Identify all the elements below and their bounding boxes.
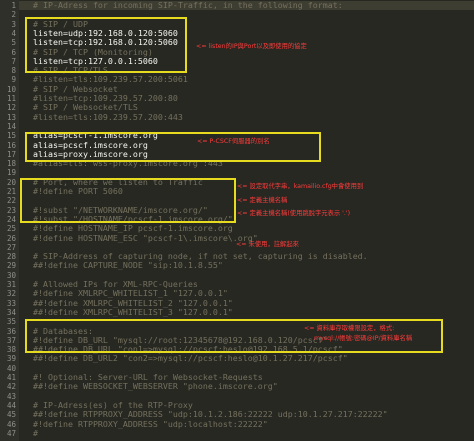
line-number: 28 bbox=[6, 252, 16, 262]
code-line[interactable]: 39 ##!define DB_URL2 "con2=>mysql://pcscf… bbox=[0, 353, 474, 364]
listen-config-highlight-box bbox=[25, 17, 187, 73]
line-number: 26 bbox=[6, 233, 16, 243]
line-number: 41 bbox=[6, 373, 16, 382]
line-number: 8 bbox=[11, 66, 16, 76]
line-number: 38 bbox=[6, 345, 16, 355]
database-annotation-line1: <= 資料庫存取權限設定，格式: bbox=[304, 325, 395, 332]
line-number: 30 bbox=[6, 270, 16, 280]
line-number: 21 bbox=[6, 187, 16, 196]
line-number: 35 bbox=[6, 317, 16, 327]
line-number: 13 bbox=[6, 112, 16, 122]
code-text: ##!define XMLRPC_WHITELIST_3 "127.0.0.1" bbox=[33, 306, 233, 317]
line-number: 9 bbox=[11, 75, 16, 85]
line-number: 5 bbox=[11, 38, 16, 48]
line-number: 24 bbox=[6, 214, 16, 224]
code-text: ##!define DB_URL2 "con2=>mysql://pcscf:h… bbox=[33, 353, 348, 364]
code-line[interactable]: 12 # SIP / Websocket/TLS bbox=[0, 102, 474, 113]
code-text: ##!define CAPTURE_NODE "sip:10.1.8.55" bbox=[33, 260, 223, 271]
line-number: 23 bbox=[6, 205, 16, 215]
code-text: # bbox=[33, 427, 38, 438]
code-text: #!define HOSTNAME_IP pcscf-1.imscore.org bbox=[33, 223, 233, 234]
code-text: # IP-Adress for incoming SIP-Traffic, in… bbox=[33, 0, 343, 10]
code-line[interactable]: 29 ##!define CAPTURE_NODE "sip:10.1.8.55" bbox=[0, 260, 474, 271]
hostname-config-highlight-box bbox=[20, 178, 236, 223]
line-number: 42 bbox=[6, 382, 16, 392]
line-number: 17 bbox=[6, 149, 16, 159]
line-number: 45 bbox=[6, 410, 16, 420]
hostname-annotation: <= 定義主機名稱 bbox=[237, 197, 288, 204]
line-number: 33 bbox=[6, 298, 16, 308]
line-number: 6 bbox=[11, 47, 16, 57]
line-number: 47 bbox=[6, 428, 16, 438]
code-line[interactable]: 1 # IP-Adress for incoming SIP-Traffic, i… bbox=[0, 1, 474, 10]
line-number: 29 bbox=[6, 261, 16, 271]
code-line[interactable]: 25 #!define HOSTNAME_IP pcscf-1.imscore.o… bbox=[0, 223, 474, 234]
code-line[interactable]: 45 ##!define RTPPROXY_ADDRESS "udp:10.1.2… bbox=[0, 409, 474, 420]
alias-config-highlight-box bbox=[25, 132, 321, 162]
code-line[interactable]: 47 # bbox=[0, 427, 474, 438]
code-line[interactable]: 32 #!define XMLRPC_WHITELIST_1 "127.0.0.1… bbox=[0, 288, 474, 299]
subst-annotation: <= 設定取代字串，kamailio.cfg中會使用到 bbox=[237, 183, 364, 190]
line-number: 11 bbox=[6, 94, 16, 103]
line-number: 36 bbox=[6, 326, 16, 336]
code-text: # SIP / Websocket/TLS bbox=[33, 102, 138, 113]
line-number: 43 bbox=[6, 391, 16, 401]
line-number: 22 bbox=[6, 196, 16, 206]
line-number: 34 bbox=[6, 307, 16, 317]
code-text: ##!define RTPPROXY_ADDRESS "udp:10.1.2.1… bbox=[33, 409, 388, 420]
database-annotation-line2: mysql://帳號:密碼@IP/資料庫名稱 bbox=[314, 335, 413, 342]
line-number: 15 bbox=[6, 131, 16, 141]
line-number: 46 bbox=[6, 419, 16, 429]
line-number: 39 bbox=[6, 354, 16, 364]
line-number: 25 bbox=[6, 224, 16, 234]
line-number: 10 bbox=[6, 84, 16, 94]
line-number: 7 bbox=[11, 56, 16, 66]
code-text: #!define XMLRPC_WHITELIST_1 "127.0.0.1" bbox=[33, 288, 228, 299]
line-number: 1 bbox=[11, 1, 16, 10]
line-number: 44 bbox=[6, 400, 16, 410]
code-line[interactable]: 34 ##!define XMLRPC_WHITELIST_3 "127.0.0.… bbox=[0, 306, 474, 317]
code-text: #listen=tls:109.239.57.200:443 bbox=[33, 111, 183, 122]
line-number: 27 bbox=[6, 242, 16, 252]
line-number: 16 bbox=[6, 140, 16, 150]
listen-annotation: <= listen的IP與Port以及即使用的協定 bbox=[196, 43, 307, 50]
line-number: 2 bbox=[11, 10, 16, 20]
line-number: 31 bbox=[6, 280, 16, 289]
line-number: 19 bbox=[6, 168, 16, 178]
code-text: #!define RTPPROXY_ADDRESS "udp:localhost… bbox=[33, 418, 268, 429]
line-number: 20 bbox=[6, 177, 16, 187]
code-line[interactable]: 42 ##!define WEBSOCKET_WEBSERVER "phone.i… bbox=[0, 381, 474, 392]
line-number: 18 bbox=[6, 159, 16, 169]
line-number: 4 bbox=[11, 28, 16, 38]
line-number: 37 bbox=[6, 335, 16, 345]
code-line[interactable]: 13 #listen=tls:109.239.57.200:443 bbox=[0, 111, 474, 122]
line-number: 32 bbox=[6, 289, 16, 299]
line-number: 14 bbox=[6, 121, 16, 131]
line-number: 3 bbox=[11, 19, 16, 29]
line-number: 12 bbox=[6, 103, 16, 113]
alias-annotation: <= P-CSCF伺服器的別名 bbox=[197, 138, 270, 145]
code-text: ##!define WEBSOCKET_WEBSERVER "phone.ims… bbox=[33, 381, 278, 392]
hostname-esc-annotation: <= 定義主機名稱(使用跳脫字元表示 '.') bbox=[237, 210, 351, 217]
code-text: #!define HOSTNAME_ESC "pcscf-1\.imscore\… bbox=[33, 232, 258, 243]
code-line[interactable]: 46 #!define RTPPROXY_ADDRESS "udp:localho… bbox=[0, 418, 474, 429]
line-number: 40 bbox=[6, 363, 16, 373]
capture-annotation: <= 未使用，註解起來 bbox=[236, 241, 299, 248]
